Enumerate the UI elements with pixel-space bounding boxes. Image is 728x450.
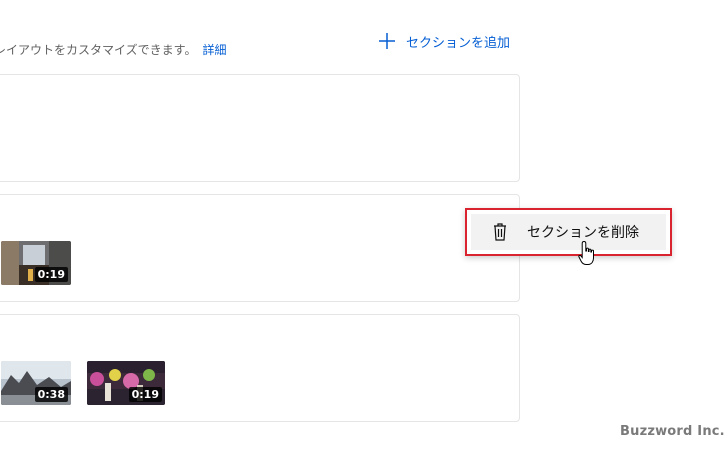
section-card-3[interactable]: 0:38 0:19 — [0, 314, 520, 422]
video-duration: 0:38 — [34, 387, 68, 402]
section-card-1[interactable] — [0, 74, 520, 182]
section-context-menu: セクションを削除 — [465, 208, 672, 256]
details-link[interactable]: 詳細 — [202, 43, 226, 57]
delete-section-label: セクションを削除 — [527, 225, 639, 241]
video-thumbnail[interactable]: 0:19 — [1, 241, 71, 285]
add-section-button[interactable]: セクションを追加 — [378, 30, 510, 52]
description-text: レイアウトをカスタマイズできます。 — [0, 43, 197, 57]
video-duration: 0:19 — [34, 267, 68, 282]
hand-cursor-icon — [578, 240, 594, 265]
watermark: Buzzword Inc. — [620, 424, 725, 439]
delete-section-menu-item[interactable]: セクションを削除 — [471, 214, 666, 250]
plus-icon — [379, 33, 395, 49]
section-card-2[interactable]: 0:19 — [0, 194, 520, 302]
layout-description: レイアウトをカスタマイズできます。 詳細 — [0, 41, 226, 58]
video-thumbnail[interactable]: 0:19 — [87, 361, 165, 405]
video-thumbnail[interactable]: 0:38 — [1, 361, 71, 405]
video-duration: 0:19 — [128, 387, 162, 402]
add-section-label: セクションを追加 — [406, 35, 511, 51]
trash-icon — [494, 223, 506, 241]
